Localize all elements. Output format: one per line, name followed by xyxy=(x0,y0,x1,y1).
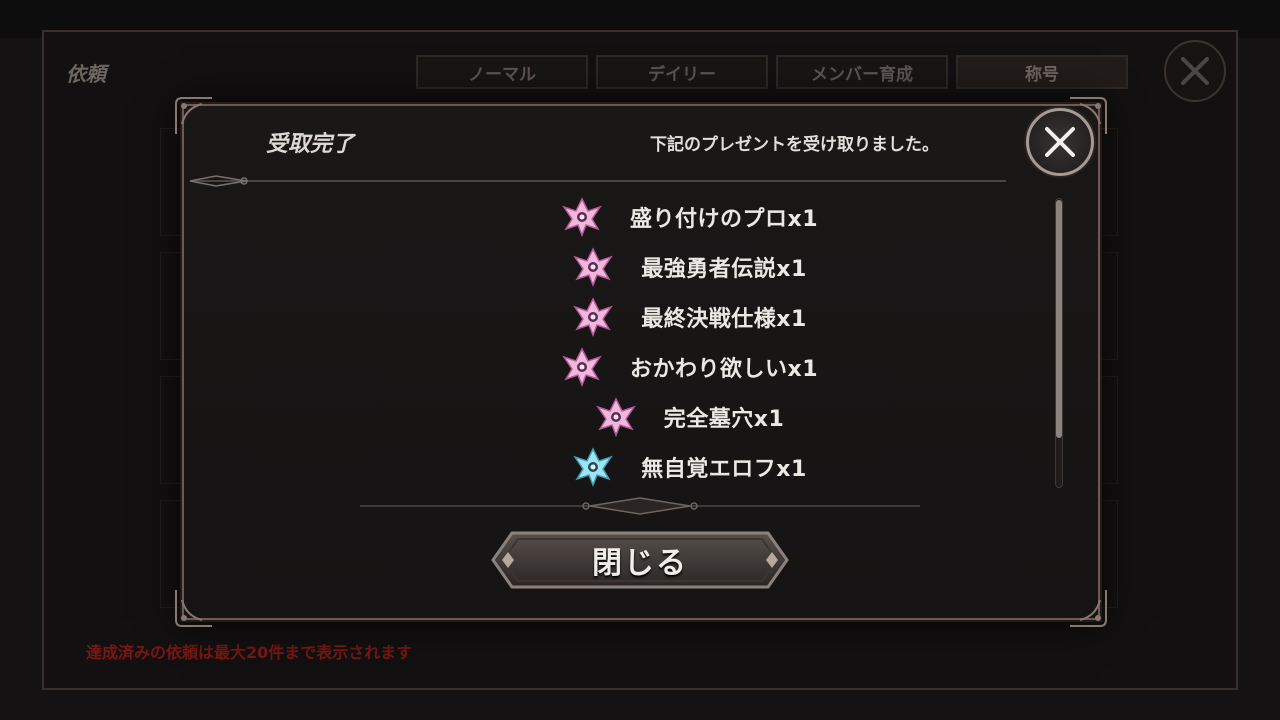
pink-title-emblem-icon xyxy=(573,247,614,287)
reward-item: おかわり欲しいx1 xyxy=(360,345,1020,389)
tab-title[interactable]: 称号 xyxy=(956,55,1128,89)
reward-label: 完全墓穴x1 xyxy=(663,407,785,432)
request-tabs: ノーマル デイリー メンバー育成 称号 xyxy=(416,55,1128,89)
tab-normal[interactable]: ノーマル xyxy=(416,55,588,89)
dialog-message: 下記のプレゼントを受け取りました。 xyxy=(650,135,939,155)
reward-item: 無自覚エロフx1 xyxy=(360,445,1020,489)
pink-title-emblem-icon xyxy=(595,397,636,437)
blue-title-emblem-icon xyxy=(573,447,614,487)
reward-label: おかわり欲しいx1 xyxy=(630,357,818,382)
header-divider xyxy=(189,175,1006,187)
background-close-icon xyxy=(1181,57,1209,85)
reward-item: 盛り付けのプロx1 xyxy=(360,195,1020,239)
reward-label: 無自覚エロフx1 xyxy=(641,457,807,482)
request-limit-note: 達成済みの依頼は最大20件まで表示されます xyxy=(86,643,413,662)
bottom-divider xyxy=(360,497,920,515)
scrollbar-thumb[interactable] xyxy=(1056,200,1062,438)
close-icon xyxy=(1045,127,1075,157)
reward-label: 最強勇者伝説x1 xyxy=(641,257,807,282)
reward-label: 盛り付けのプロx1 xyxy=(630,207,818,232)
tab-member-training[interactable]: メンバー育成 xyxy=(776,55,948,89)
reward-item: 完全墓穴x1 xyxy=(360,395,1020,439)
reward-item: 最終決戦仕様x1 xyxy=(360,295,1020,339)
reward-item: 最強勇者伝説x1 xyxy=(360,245,1020,289)
dialog-title: 受取完了 xyxy=(266,132,355,157)
pink-title-emblem-icon xyxy=(573,297,614,337)
reward-label: 最終決戦仕様x1 xyxy=(641,307,807,332)
background-close-button[interactable] xyxy=(1164,40,1226,102)
dialog-close-button[interactable] xyxy=(1026,108,1094,176)
background-page-title: 依頼 xyxy=(66,62,106,86)
ornament-corner-icon xyxy=(175,590,212,627)
close-button[interactable]: 閉じる xyxy=(490,530,790,590)
tab-daily[interactable]: デイリー xyxy=(596,55,768,89)
ornament-corner-icon xyxy=(1070,590,1107,627)
pink-title-emblem-icon xyxy=(562,347,602,387)
pink-title-emblem-icon xyxy=(562,197,602,237)
ornament-corner-icon xyxy=(175,97,212,134)
reward-list[interactable]: 盛り付けのプロx1 最強勇者伝説x1 最終決戦仕様x1 おかわり欲しいx1 完全… xyxy=(360,195,1020,489)
